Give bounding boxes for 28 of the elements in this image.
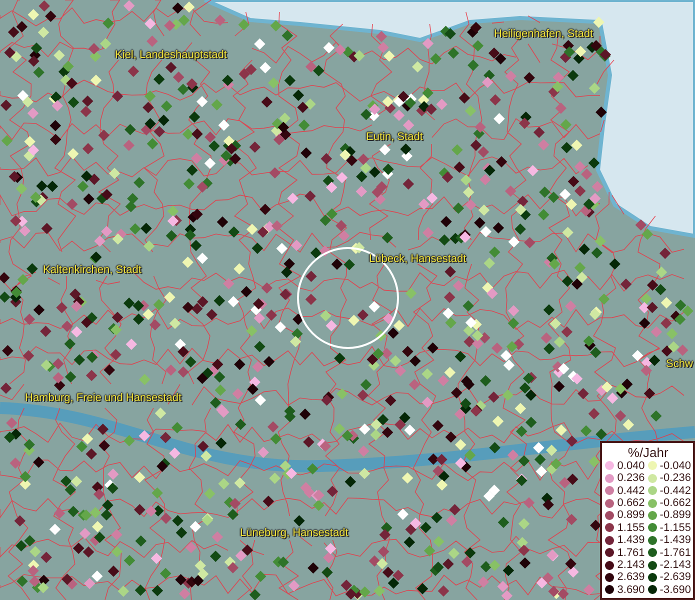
legend-value: 0.040 — [617, 460, 645, 472]
legend-value: 0.236 — [617, 472, 645, 484]
legend-value: 2.143 — [617, 559, 645, 572]
legend-value: 0.442 — [617, 484, 645, 497]
place-label: Schw — [666, 358, 693, 370]
legend-value: 1.761 — [617, 546, 645, 559]
legend-value: -2.143 — [660, 559, 691, 572]
legend-value: 0.662 — [617, 497, 645, 510]
legend-value: -0.899 — [660, 509, 691, 522]
legend-value: -0.040 — [660, 460, 691, 472]
legend-value: -0.442 — [660, 484, 691, 497]
place-label: Heiligenhafen, Stadt — [494, 28, 594, 40]
legend-value: -2.639 — [660, 571, 691, 584]
legend-value: 2.639 — [617, 571, 645, 584]
place-label: Eutin, Stadt — [366, 131, 423, 143]
legend-value: 1.155 — [617, 522, 645, 534]
place-label: Lüneburg, Hansestadt — [240, 527, 348, 539]
legend-value: -0.662 — [660, 497, 691, 510]
legend-value: -1.155 — [660, 522, 691, 534]
legend-title: %/Jahr — [626, 444, 670, 460]
legend-value: 3.690 — [617, 584, 645, 596]
legend-value: 1.439 — [617, 534, 645, 546]
legend-value: -1.761 — [660, 546, 691, 559]
place-label: Kaltenkirchen, Stadt — [43, 264, 142, 276]
legend-value: -0.236 — [660, 472, 691, 484]
legend-value: -3.690 — [660, 584, 691, 596]
legend-value: 0.899 — [617, 509, 645, 522]
legend-value: -1.439 — [660, 534, 691, 546]
